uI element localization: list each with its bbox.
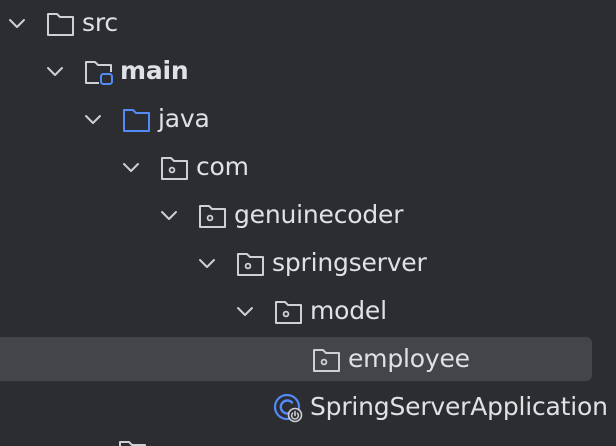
tree-label: genuinecoder [234, 200, 404, 229]
tree-row-genuinecoder[interactable]: genuinecoder [0, 192, 616, 238]
java-source-folder-icon [122, 106, 152, 134]
package-icon [198, 202, 228, 230]
chevron-down-icon[interactable] [158, 204, 180, 226]
folder-icon [118, 438, 148, 446]
tree-row-springserver[interactable]: springserver [0, 240, 616, 286]
tree-row-com[interactable]: com [0, 144, 616, 190]
chevron-down-icon[interactable] [6, 12, 28, 34]
tree-row-model[interactable]: model [0, 288, 616, 334]
tree-label: java [158, 104, 210, 133]
chevron-down-icon[interactable] [82, 108, 104, 130]
chevron-down-icon[interactable] [234, 300, 256, 322]
tree-row-partial[interactable] [0, 432, 616, 446]
folder-icon [46, 10, 76, 38]
tree-label: springserver [272, 248, 427, 277]
tree-label: model [310, 296, 387, 325]
tree-label: SpringServerApplication [310, 392, 608, 421]
tree-label: com [196, 152, 249, 181]
tree-row-springserverapplication[interactable]: SpringServerApplication [0, 384, 616, 430]
chevron-down-icon[interactable] [120, 156, 142, 178]
package-icon [160, 154, 190, 182]
tree-label: main [120, 56, 189, 85]
package-icon [236, 250, 266, 278]
selection-highlight [0, 337, 592, 381]
project-tree: src main java com genuinecoder springser… [0, 0, 616, 446]
chevron-down-icon[interactable] [44, 60, 66, 82]
tree-row-src[interactable]: src [0, 0, 616, 46]
package-icon [312, 346, 342, 374]
source-root-folder-icon [84, 58, 114, 86]
chevron-down-icon[interactable] [196, 252, 218, 274]
tree-label: src [82, 8, 118, 37]
tree-row-java[interactable]: java [0, 96, 616, 142]
tree-row-employee[interactable]: employee [0, 336, 616, 382]
spring-boot-class-icon [272, 392, 303, 423]
tree-label: employee [348, 344, 470, 373]
package-icon [274, 298, 304, 326]
tree-row-main[interactable]: main [0, 48, 616, 94]
